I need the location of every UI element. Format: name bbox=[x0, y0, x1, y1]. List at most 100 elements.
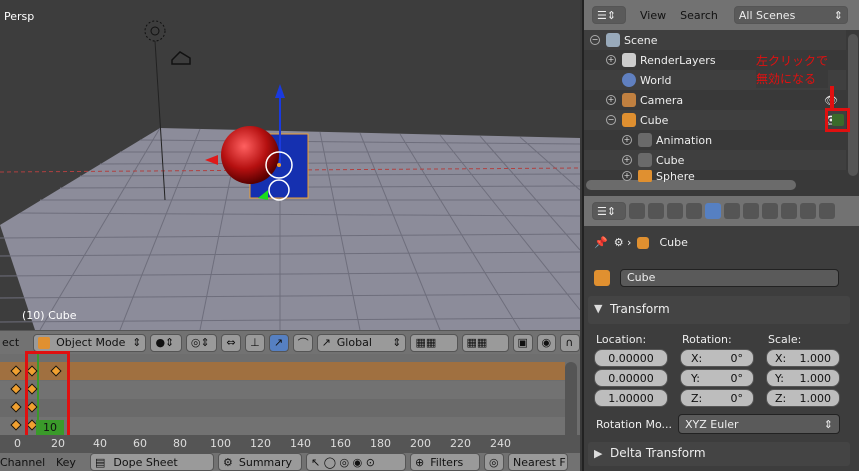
camera-object bbox=[171, 51, 191, 65]
expand-icon[interactable]: + bbox=[622, 155, 632, 165]
search-menu[interactable]: Search bbox=[680, 9, 718, 22]
layers-grid-a[interactable]: ▦▦ bbox=[410, 333, 458, 352]
snap-icon: ◎ bbox=[489, 455, 499, 469]
expand-icon[interactable]: + bbox=[622, 171, 632, 181]
object-tab-icon[interactable] bbox=[705, 203, 721, 219]
material-tab-icon[interactable] bbox=[781, 203, 797, 219]
auto-snap-icon-button[interactable]: ◎ bbox=[484, 453, 504, 471]
editor-type-select[interactable]: ☰⇕ bbox=[592, 6, 626, 24]
cube-icon bbox=[637, 236, 650, 249]
orientation-select[interactable]: ↗ Global ⇕ bbox=[316, 333, 407, 352]
filter-toggles[interactable]: ↖ ◯ ◎ ◉ ⊙ bbox=[306, 453, 406, 471]
scale-label: Scale: bbox=[768, 333, 802, 346]
world-icon bbox=[622, 73, 636, 87]
render-toggle-icon[interactable] bbox=[832, 114, 844, 126]
manipulator-toggle[interactable]: ⇔ bbox=[221, 333, 242, 352]
channel-menu[interactable]: Channel bbox=[0, 456, 52, 469]
collapse-icon[interactable]: − bbox=[590, 35, 600, 45]
properties-icon: ☰⇕ bbox=[597, 204, 617, 218]
shading-select[interactable]: ● ⇕ bbox=[150, 333, 182, 352]
outliner-row-scene[interactable]: − Scene bbox=[584, 30, 846, 50]
constraints-tab-icon[interactable] bbox=[724, 203, 740, 219]
view-menu[interactable]: View bbox=[640, 9, 666, 22]
rotation-label: Rotation: bbox=[682, 333, 732, 346]
particles-tab-icon[interactable] bbox=[819, 203, 835, 219]
outliner-row-cube[interactable]: − Cube 👁 bbox=[584, 110, 846, 130]
object-menu[interactable]: ect bbox=[2, 336, 19, 349]
scale-z-field[interactable]: Z: 1.000 bbox=[766, 389, 840, 407]
location-z-field[interactable]: 1.00000 bbox=[594, 389, 668, 407]
dopesheet-scrollbar[interactable] bbox=[565, 362, 577, 442]
expand-icon[interactable]: + bbox=[606, 95, 616, 105]
mesh-object-icon bbox=[622, 113, 636, 127]
mode-select[interactable]: Object Mode ⇕ bbox=[33, 333, 147, 352]
expand-triangle-icon: ▶ bbox=[594, 447, 603, 460]
rotation-x-field[interactable]: X: 0° bbox=[680, 349, 754, 367]
rotate-toggle[interactable]: ⌒ bbox=[292, 333, 313, 352]
move-toggle[interactable]: ↗ bbox=[268, 333, 289, 352]
lock-layers-button[interactable]: ▣ bbox=[512, 333, 533, 352]
properties-editor[interactable]: ☰⇕ 📌 ⚙ › Cube Cube ▼ Transform Location:… bbox=[582, 196, 859, 471]
world-tab-icon[interactable] bbox=[686, 203, 702, 219]
scale-y-field[interactable]: Y: 1.000 bbox=[766, 369, 840, 387]
location-label: Location: bbox=[596, 333, 647, 346]
filters-button[interactable]: ⊕ Filters bbox=[410, 453, 480, 471]
dopesheet-mode-select[interactable]: ▤ Dope Sheet bbox=[90, 453, 214, 471]
outliner-icon: ☰⇕ bbox=[597, 8, 617, 22]
snap-button[interactable]: ∩ bbox=[560, 333, 581, 352]
arrow-icon: ↗ bbox=[273, 336, 284, 349]
display-mode-select[interactable]: All Scenes ⇕ bbox=[733, 6, 848, 24]
mesh-data-icon bbox=[638, 153, 652, 167]
outliner-row-camera[interactable]: + Camera 👁 bbox=[584, 90, 846, 110]
tick-label: 20 bbox=[51, 437, 65, 450]
tick-label: 120 bbox=[250, 437, 271, 450]
z-arrow bbox=[275, 84, 285, 98]
frame-ruler[interactable]: 0 20 40 60 80 100 120 140 160 180 200 22… bbox=[0, 435, 580, 452]
delta-transform-panel-header[interactable]: ▶ Delta Transform bbox=[588, 442, 850, 466]
tick-label: 140 bbox=[290, 437, 311, 450]
location-x-field[interactable]: 0.00000 bbox=[594, 349, 668, 367]
render-icon: ◉ bbox=[541, 336, 552, 349]
layers-grid-b[interactable]: ▦▦ bbox=[461, 333, 509, 352]
rotation-z-field[interactable]: Z: 0° bbox=[680, 389, 754, 407]
breadcrumb: 📌 ⚙ › Cube bbox=[594, 236, 688, 249]
data-tab-icon[interactable] bbox=[762, 203, 778, 219]
mesh-object-icon bbox=[638, 170, 652, 182]
3d-viewport[interactable]: Persp (10) Cube bbox=[0, 0, 580, 330]
render-tab-icon[interactable] bbox=[629, 203, 645, 219]
translate-toggle[interactable]: ⊥ bbox=[245, 333, 265, 352]
properties-tabs: ☰⇕ bbox=[584, 196, 859, 226]
outliner[interactable]: ☰⇕ View Search All Scenes ⇕ − Scene + Re… bbox=[582, 0, 859, 196]
renderlayers-icon bbox=[622, 53, 636, 67]
scene-tab-icon[interactable] bbox=[667, 203, 683, 219]
outliner-row-mesh[interactable]: + Cube bbox=[584, 150, 846, 170]
summary-icon: ⚙ bbox=[223, 455, 233, 469]
summary-toggle[interactable]: ⚙ Summary bbox=[218, 453, 302, 471]
rotation-y-field[interactable]: Y: 0° bbox=[680, 369, 754, 387]
auto-snap-select[interactable]: Nearest F bbox=[508, 453, 568, 471]
channel-row bbox=[0, 417, 565, 435]
object-name-field[interactable]: Cube bbox=[620, 269, 839, 287]
outliner-scrollbar[interactable] bbox=[848, 34, 858, 176]
updown-icon: ⇕ bbox=[823, 417, 833, 431]
key-menu[interactable]: Key bbox=[56, 456, 86, 469]
transform-panel-header[interactable]: ▼ Transform bbox=[588, 296, 850, 324]
outliner-row-animation[interactable]: + Animation bbox=[584, 130, 846, 150]
rotation-mode-select[interactable]: XYZ Euler ⇕ bbox=[678, 414, 840, 434]
object-label: (10) Cube bbox=[22, 309, 77, 322]
outliner-row-sphere[interactable]: + Sphere bbox=[584, 170, 846, 182]
scale-x-field[interactable]: X: 1.000 bbox=[766, 349, 840, 367]
location-y-field[interactable]: 0.00000 bbox=[594, 369, 668, 387]
tick-label: 60 bbox=[133, 437, 147, 450]
modifiers-tab-icon[interactable] bbox=[743, 203, 759, 219]
pivot-select[interactable]: ◎ ⇕ bbox=[185, 333, 218, 352]
layers-tab-icon[interactable] bbox=[648, 203, 664, 219]
expand-icon[interactable]: + bbox=[606, 55, 616, 65]
editor-type-select[interactable]: ☰⇕ bbox=[592, 202, 626, 220]
pin-icon[interactable]: 📌 bbox=[594, 236, 608, 249]
magnet-icon: ∩ bbox=[565, 336, 574, 349]
expand-icon[interactable]: + bbox=[622, 135, 632, 145]
texture-tab-icon[interactable] bbox=[800, 203, 816, 219]
collapse-icon[interactable]: − bbox=[606, 115, 616, 125]
render-button[interactable]: ◉ bbox=[536, 333, 557, 352]
